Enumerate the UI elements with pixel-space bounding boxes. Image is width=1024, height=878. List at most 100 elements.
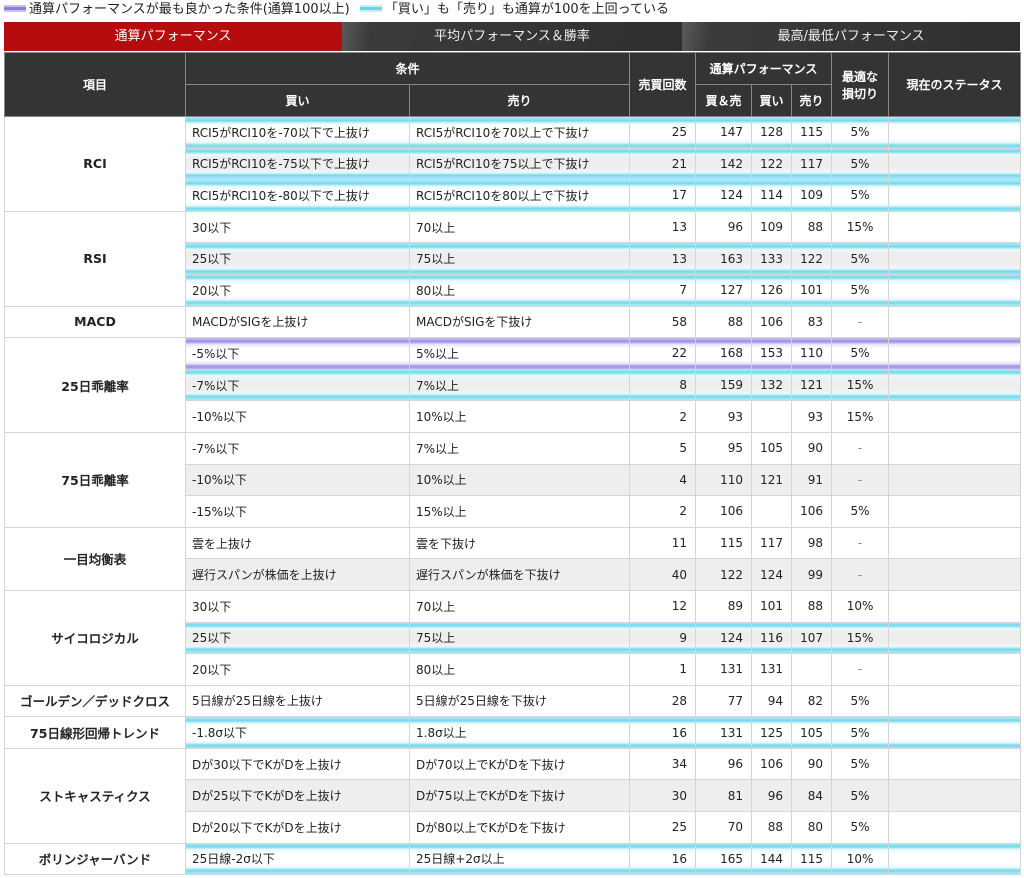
perf-sell: 106: [791, 495, 833, 528]
perf-both: 96: [695, 210, 753, 244]
trade-count: 12: [629, 589, 697, 623]
trade-count: 58: [629, 305, 697, 339]
optimal-stoploss: 15%: [831, 400, 890, 433]
header-sell: 売り: [408, 84, 631, 117]
buy-condition: RCI5がRCI10を-80以下で上抜け: [185, 179, 410, 212]
perf-both: 163: [695, 242, 753, 275]
table-row: ゴールデン／デッドクロス 5日線が25日線を上抜け 5日線が25日線を下抜け 28 77…: [4, 684, 1022, 718]
performance-table: 項目 条件 売買回数 通算パフォーマンス 最適な 損切り 現在のステータス 買い …: [4, 52, 1022, 876]
buy-condition: -7%以下: [185, 368, 410, 402]
buy-condition: 雲を上抜け: [185, 526, 410, 560]
perf-both: 70: [695, 811, 753, 844]
buy-condition: 5日線が25日線を上抜け: [185, 684, 410, 718]
perf-sell: 101: [791, 273, 833, 307]
optimal-stoploss: 10%: [831, 842, 890, 876]
optimal-stoploss: 5%: [831, 337, 890, 370]
sell-condition: RCI5がRCI10を70以上で下抜け: [408, 116, 631, 149]
header-perf-buy: 買い: [751, 84, 793, 117]
current-status: [888, 842, 1022, 876]
perf-buy: 131: [751, 653, 793, 686]
trade-count: 21: [629, 147, 697, 181]
perf-sell: 83: [791, 305, 833, 339]
buy-condition: -10%以下: [185, 400, 410, 433]
perf-both: 122: [695, 558, 753, 591]
perf-sell: 90: [791, 431, 833, 465]
item-name: ボリンジャーバンド: [4, 842, 186, 876]
sell-condition: 7%以上: [408, 368, 631, 402]
table-row: ストキャスティクス Dが30以下でKがDを上抜け Dが70以上でKがDを下抜け 34 9…: [4, 747, 1022, 844]
sell-condition: 雲を下抜け: [408, 526, 631, 560]
current-status: [888, 147, 1022, 181]
perf-both: 124: [695, 621, 753, 655]
perf-both: 165: [695, 842, 753, 876]
optimal-stoploss: -: [831, 305, 890, 339]
tab-total-performance[interactable]: 通算パフォーマンス: [4, 22, 342, 51]
perf-both: 95: [695, 431, 753, 465]
item-name: ゴールデン／デッドクロス: [4, 684, 186, 718]
current-status: [888, 273, 1022, 307]
optimal-stoploss: 5%: [831, 684, 890, 718]
header-perf-both: 買＆売: [695, 84, 753, 117]
optimal-stoploss: 5%: [831, 147, 890, 181]
sell-condition: Dが80以上でKがDを下抜け: [408, 811, 631, 844]
item-name: 75日線形回帰トレンド: [4, 716, 186, 749]
perf-buy: 128: [751, 116, 793, 149]
header-performance: 通算パフォーマンス: [695, 52, 833, 85]
perf-buy: 126: [751, 273, 793, 307]
sell-condition: 10%以上: [408, 400, 631, 433]
item-name: 一目均衡表: [4, 526, 186, 591]
sell-condition: 1.8σ以上: [408, 716, 631, 749]
trade-count: 7: [629, 273, 697, 307]
sell-condition: 80以上: [408, 653, 631, 686]
trade-count: 8: [629, 368, 697, 402]
tab-average-performance-label: 平均パフォーマンス＆勝率: [434, 29, 590, 44]
perf-both: 159: [695, 368, 753, 402]
sell-condition: 25日線+2σ以上: [408, 842, 631, 876]
tab-average-performance[interactable]: 平均パフォーマンス＆勝率: [342, 22, 682, 51]
optimal-stoploss: 5%: [831, 179, 890, 212]
perf-both: 93: [695, 400, 753, 433]
optimal-stoploss: 5%: [831, 811, 890, 844]
perf-both: 77: [695, 684, 753, 718]
tab-high-low-performance[interactable]: 最高/最低パフォーマンス: [682, 22, 1020, 51]
perf-sell: 121: [791, 368, 833, 402]
header-status: 現在のステータス: [888, 52, 1022, 117]
perf-both: 142: [695, 147, 753, 181]
perf-sell: 115: [791, 842, 833, 876]
item-name: 75日乖離率: [4, 431, 186, 528]
sell-condition: 75以上: [408, 242, 631, 275]
perf-both: 88: [695, 305, 753, 339]
perf-both: 168: [695, 337, 753, 370]
perf-buy: 106: [751, 305, 793, 339]
table-row: ボリンジャーバンド 25日線-2σ以下 25日線+2σ以上 16 165 144 115 10…: [4, 842, 1022, 876]
perf-buy: 94: [751, 684, 793, 718]
legend-best-overall: 通算パフォーマンスが最も良かった条件(通算100以上): [29, 2, 350, 17]
perf-buy: 153: [751, 337, 793, 370]
buy-condition: 25以下: [185, 621, 410, 655]
perf-sell: 99: [791, 558, 833, 591]
optimal-stoploss: -: [831, 431, 890, 465]
tab-high-low-performance-label: 最高/最低パフォーマンス: [777, 29, 925, 44]
item-name: RCI: [4, 116, 186, 212]
current-status: [888, 463, 1022, 497]
trade-count: 40: [629, 558, 697, 591]
buy-condition: Dが30以下でKがDを上抜け: [185, 747, 410, 781]
optimal-stoploss: 5%: [831, 747, 890, 781]
perf-buy: 144: [751, 842, 793, 876]
table-row: 一目均衡表 雲を上抜け 雲を下抜け 11 115 117 98-: [4, 526, 1022, 591]
perf-buy: 116: [751, 621, 793, 655]
optimal-stoploss: -: [831, 463, 890, 497]
perf-sell: 117: [791, 147, 833, 181]
current-status: [888, 716, 1022, 749]
buy-condition: -1.8σ以下: [185, 716, 410, 749]
optimal-stoploss: 10%: [831, 589, 890, 623]
perf-buy: 101: [751, 589, 793, 623]
buy-condition: 20以下: [185, 273, 410, 307]
sell-condition: 遅行スパンが株価を下抜け: [408, 558, 631, 591]
perf-sell: 80: [791, 811, 833, 844]
perf-buy: 117: [751, 526, 793, 560]
perf-buy: 114: [751, 179, 793, 212]
perf-buy: 106: [751, 747, 793, 781]
table-row: 75日線形回帰トレンド -1.8σ以下 1.8σ以上 16 131 125 105 5%: [4, 716, 1022, 749]
buy-condition: 30以下: [185, 589, 410, 623]
